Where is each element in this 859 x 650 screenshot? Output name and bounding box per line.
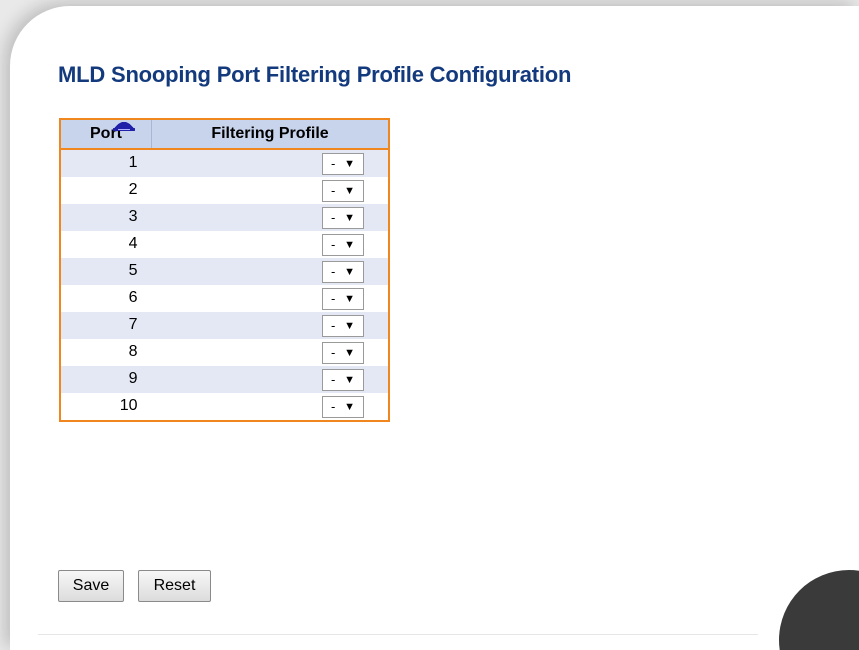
chevron-down-icon: ▼ [344,211,355,224]
table-row: 7 - ▼ [60,122,389,339]
profile-select[interactable]: - ▼ [322,179,364,202]
port-number: 10 [119,397,138,415]
chevron-down-icon: ▼ [344,400,355,413]
profile-lookup-icon[interactable] [112,118,136,132]
chevron-down-icon: ▼ [344,265,355,278]
chevron-down-icon: ▼ [344,319,355,332]
port-cell: 5 [60,258,152,285]
port-number: 6 [128,289,138,307]
port-number: 1 [128,154,138,172]
chevron-down-icon: ▼ [344,292,355,305]
port-cell: 1 [60,149,152,177]
profile-cell: - ▼ [113,122,389,204]
profile-select[interactable]: - ▼ [322,260,364,283]
profile-cell: - ▼ [113,122,389,285]
profile-cell: - ▼ [113,122,389,339]
port-cell: 9 [60,366,152,393]
profile-cell: - ▼ [113,122,389,421]
divider [38,634,758,635]
profile-select[interactable]: - ▼ [322,206,364,229]
port-cell: 6 [60,285,152,312]
profile-select[interactable]: - ▼ [322,287,364,310]
chevron-down-icon: ▼ [344,346,355,359]
table-row: 2 - ▼ [60,122,389,204]
port-filtering-table: Port Filtering Profile 1 - ▼ 2 - ▼ 3 - ▼… [59,118,390,422]
content-panel: MLD Snooping Port Filtering Profile Conf… [10,6,859,650]
chevron-down-icon: ▼ [344,238,355,251]
port-number: 4 [128,235,138,253]
port-cell: 2 [60,177,152,204]
port-number: 8 [128,343,138,361]
profile-cell: - ▼ [113,122,389,258]
chevron-down-icon: ▼ [344,373,355,386]
port-cell: 10 [60,393,152,421]
port-cell: 3 [60,204,152,231]
port-number: 2 [128,181,138,199]
table-row: 1 - ▼ [60,122,389,177]
profile-select[interactable]: - ▼ [322,341,364,364]
page-title: MLD Snooping Port Filtering Profile Conf… [58,62,572,87]
reset-button[interactable]: Reset [138,570,211,602]
save-button[interactable]: Save [58,570,124,602]
profile-cell: - ▼ [113,122,389,231]
port-cell: 8 [60,339,152,366]
profile-cell: - ▼ [113,122,389,366]
profile-select[interactable]: - ▼ [322,395,364,418]
profile-cell: - ▼ [113,122,389,177]
chevron-down-icon: ▼ [344,157,355,170]
profile-select[interactable]: - ▼ [322,368,364,391]
table-row: 9 - ▼ [60,122,389,393]
header-filtering-profile: Filtering Profile [151,118,390,150]
table-row: 4 - ▼ [60,122,389,258]
table-row: 6 - ▼ [60,122,389,312]
table-row: 8 - ▼ [60,122,389,366]
table-row: 10 - ▼ [60,122,389,421]
profile-select[interactable]: - ▼ [322,233,364,256]
port-cell: 4 [60,231,152,258]
table-row: 5 - ▼ [60,122,389,285]
profile-cell: - ▼ [113,122,389,393]
table-header-row: Port Filtering Profile [59,118,390,150]
table-row: 3 - ▼ [60,122,389,231]
port-number: 7 [128,316,138,334]
profile-cell: - ▼ [113,122,389,312]
port-number: 3 [128,208,138,226]
port-number: 5 [128,262,138,280]
header-port: Port [59,118,152,150]
chevron-down-icon: ▼ [344,184,355,197]
port-cell: 7 [60,312,152,339]
port-number: 9 [128,370,138,388]
profile-select[interactable]: - ▼ [322,314,364,337]
profile-select[interactable]: - ▼ [322,152,364,175]
